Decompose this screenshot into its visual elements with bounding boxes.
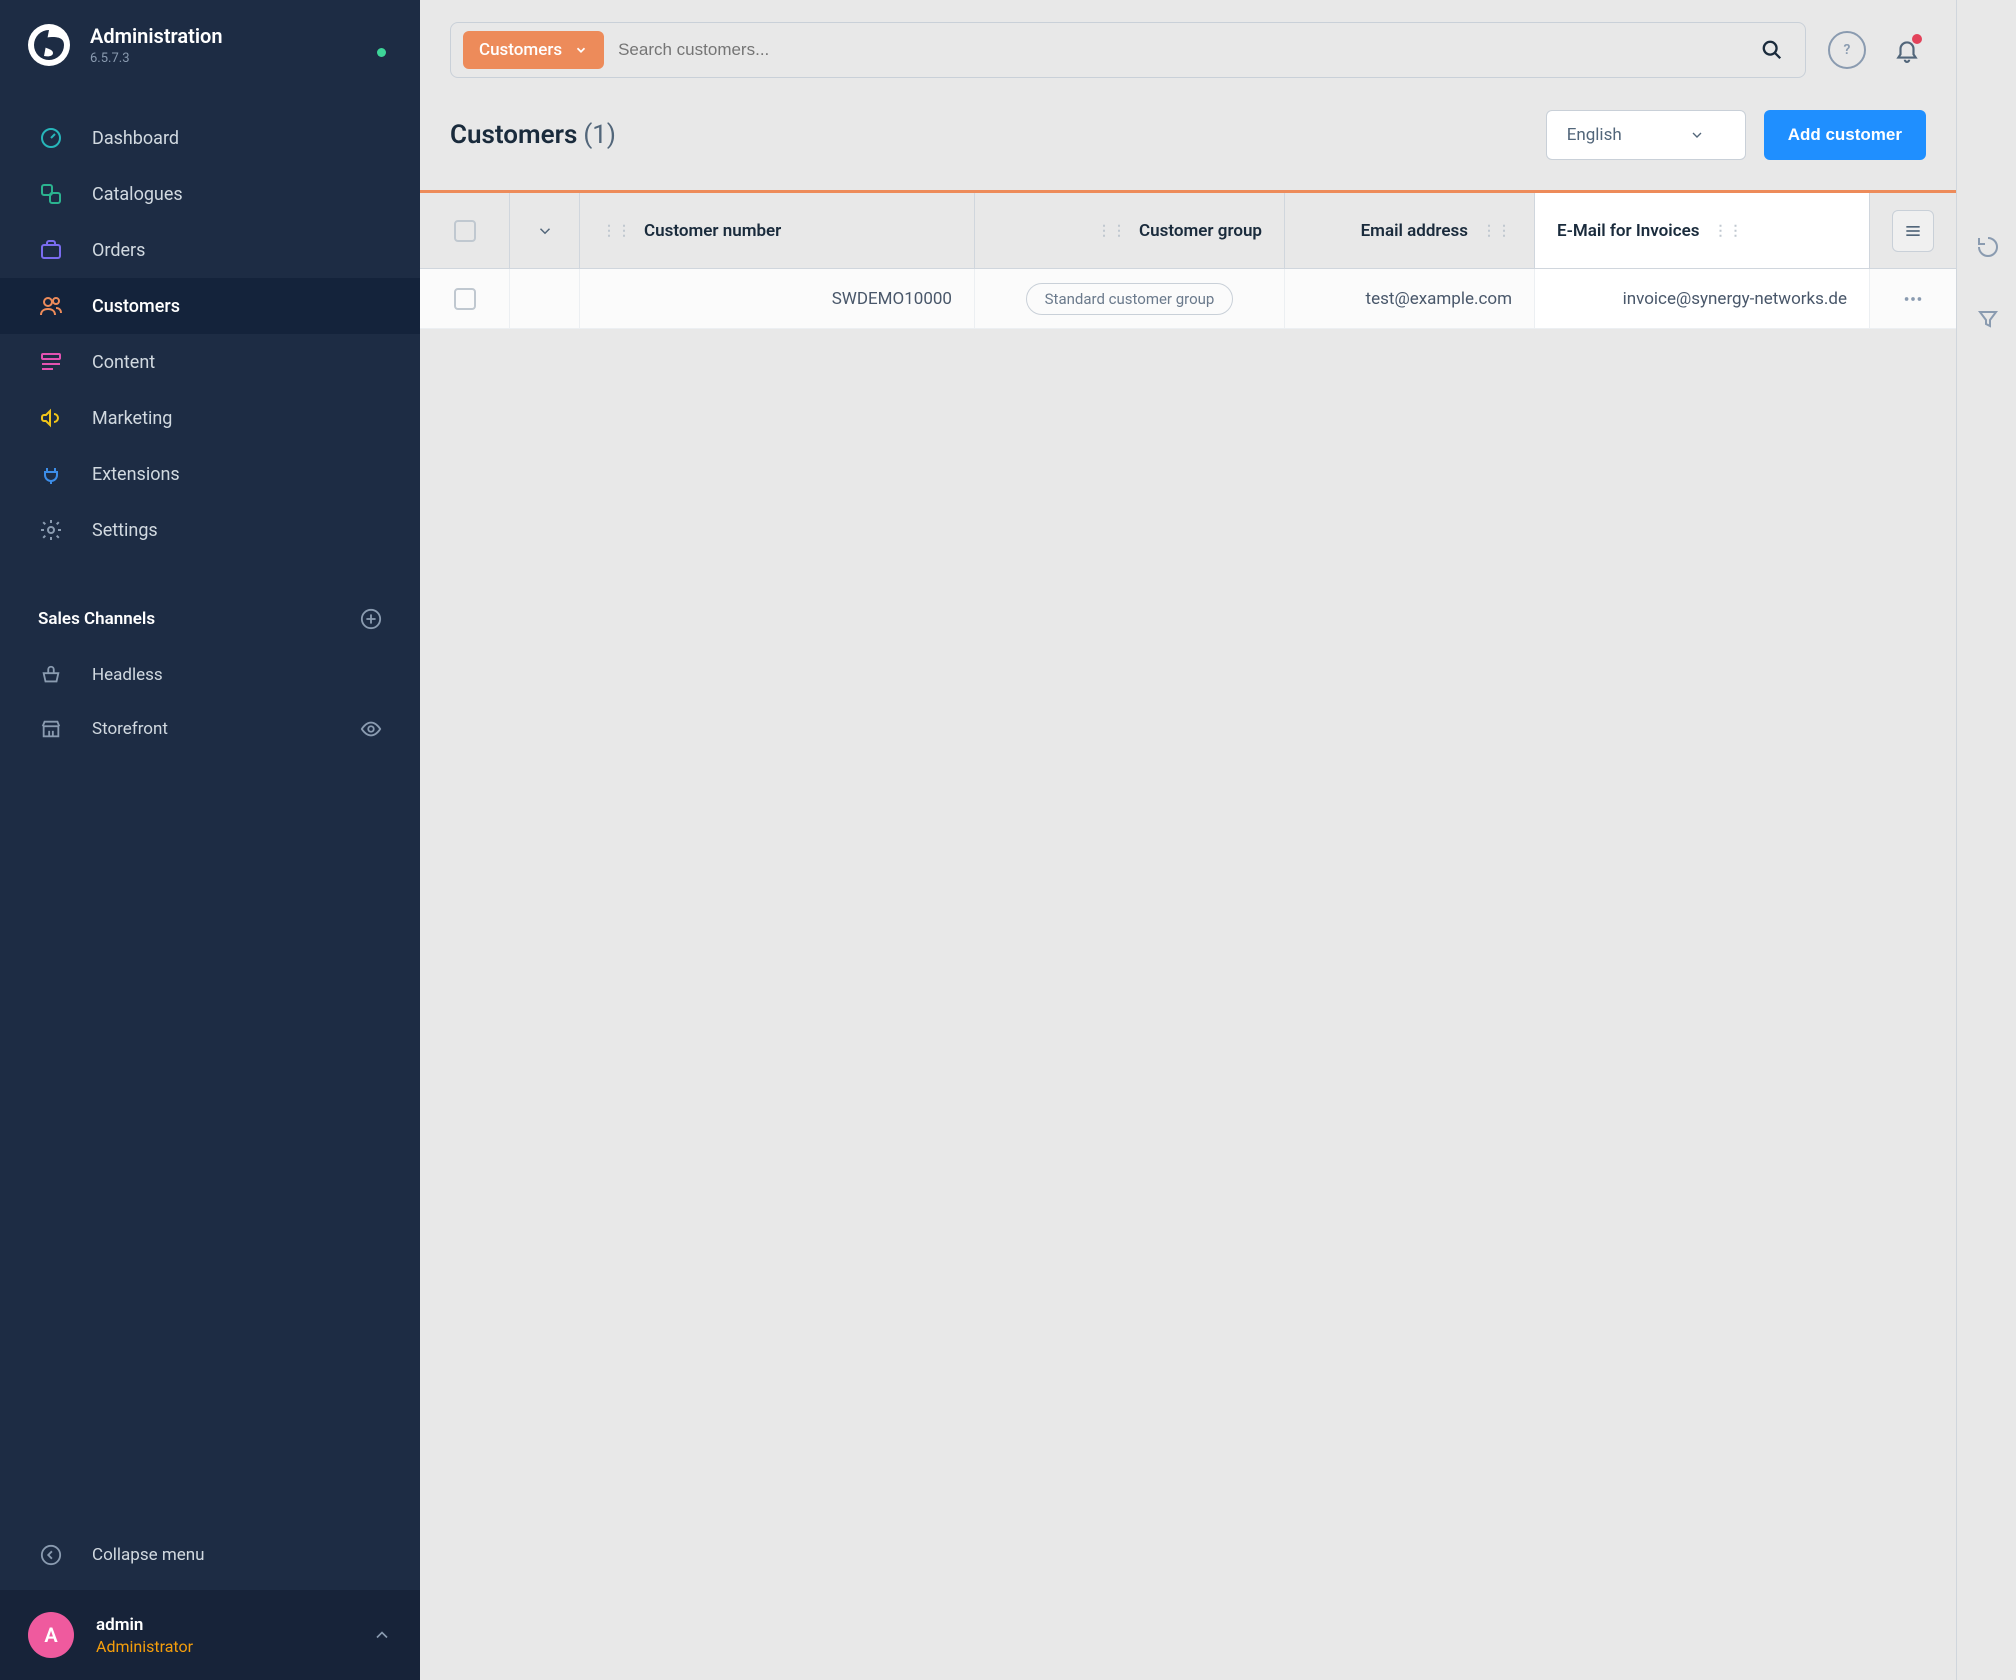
header-customer-group[interactable]: ⋮⋮ Customer group (975, 193, 1285, 268)
drag-handle-icon[interactable]: ⋮⋮ (602, 223, 632, 239)
sidebar: Administration 6.5.7.3 Dashboard Catalog… (0, 0, 420, 1680)
search-input[interactable] (604, 32, 1751, 68)
app-logo-icon (28, 24, 70, 66)
gauge-icon (38, 125, 64, 151)
search-scope-label: Customers (479, 40, 562, 60)
channel-label: Storefront (92, 719, 168, 739)
nav-settings[interactable]: Settings (0, 502, 420, 558)
header-settings (1870, 193, 1956, 268)
cell-customer-number: SWDEMO10000 (580, 269, 975, 328)
language-select[interactable]: English (1546, 110, 1746, 160)
page-title: Customers (450, 120, 577, 150)
nav-label: Dashboard (92, 128, 179, 149)
drag-handle-icon[interactable]: ⋮⋮ (1713, 223, 1743, 239)
search-icon[interactable] (1751, 39, 1793, 61)
nav-label: Customers (92, 296, 180, 317)
nav-label: Settings (92, 520, 158, 541)
briefcase-icon (38, 237, 64, 263)
header-invoice-email[interactable]: E-Mail for Invoices ⋮⋮ (1535, 193, 1870, 268)
header-label: Customer group (1139, 221, 1262, 241)
page-header: Customers (1) English Add customer (420, 100, 1956, 190)
chevron-down-icon (574, 43, 588, 57)
users-icon (38, 293, 64, 319)
storefront-icon (38, 716, 64, 742)
cell-email: test@example.com (1285, 269, 1535, 328)
add-customer-button[interactable]: Add customer (1764, 110, 1926, 160)
header-label: E-Mail for Invoices (1557, 221, 1699, 241)
header-checkbox[interactable] (420, 193, 510, 268)
nav-catalogues[interactable]: Catalogues (0, 166, 420, 222)
collapse-menu[interactable]: Collapse menu (0, 1520, 420, 1590)
chevron-down-icon (1689, 127, 1705, 143)
user-name: admin (96, 1615, 193, 1635)
header-label: Email address (1361, 221, 1468, 241)
search-bar: Customers (450, 22, 1806, 78)
language-value: English (1567, 125, 1622, 145)
app-version: 6.5.7.3 (90, 51, 223, 66)
channel-label: Headless (92, 665, 163, 685)
avatar: A (28, 1612, 74, 1658)
row-expand[interactable] (510, 269, 580, 328)
nav-content[interactable]: Content (0, 334, 420, 390)
header-email[interactable]: Email address ⋮⋮ (1285, 193, 1535, 268)
gear-icon (38, 517, 64, 543)
collapse-icon (38, 1542, 64, 1568)
main: Customers ? Customers (1) E (420, 0, 2016, 1680)
column-settings-button[interactable] (1892, 210, 1934, 252)
content-icon (38, 349, 64, 375)
plug-icon (38, 461, 64, 487)
header-customer-number[interactable]: ⋮⋮ Customer number (580, 193, 975, 268)
drag-handle-icon[interactable]: ⋮⋮ (1097, 223, 1127, 239)
nav-label: Marketing (92, 408, 172, 429)
nav-label: Orders (92, 240, 145, 261)
notification-badge (1912, 34, 1922, 44)
notifications-button[interactable] (1888, 31, 1926, 69)
sidebar-header: Administration 6.5.7.3 (0, 0, 420, 90)
group-chip: Standard customer group (1026, 283, 1234, 315)
help-button[interactable]: ? (1828, 31, 1866, 69)
right-rail (1956, 0, 2016, 1680)
header-label: Customer number (644, 221, 781, 241)
row-actions (1870, 269, 1956, 328)
table-row[interactable]: SWDEMO10000 Standard customer group test… (420, 269, 1956, 329)
app-title: Administration (90, 24, 223, 48)
row-checkbox[interactable] (420, 269, 510, 328)
main-nav: Dashboard Catalogues Orders Customers Co… (0, 90, 420, 578)
nav-label: Catalogues (92, 184, 183, 205)
customers-table: ⋮⋮ Customer number ⋮⋮ Customer group Ema… (420, 190, 1956, 329)
nav-dashboard[interactable]: Dashboard (0, 110, 420, 166)
add-channel-icon[interactable] (360, 608, 382, 630)
topbar: Customers ? (420, 0, 1956, 100)
table-header-row: ⋮⋮ Customer number ⋮⋮ Customer group Ema… (420, 193, 1956, 269)
nav-extensions[interactable]: Extensions (0, 446, 420, 502)
refresh-button[interactable] (1976, 235, 2000, 259)
nav-marketing[interactable]: Marketing (0, 390, 420, 446)
user-menu[interactable]: A admin Administrator (0, 1590, 420, 1680)
collapse-label: Collapse menu (92, 1545, 205, 1565)
more-icon[interactable] (1902, 288, 1924, 310)
catalogues-icon (38, 181, 64, 207)
cell-invoice-email: invoice@synergy-networks.de (1535, 269, 1870, 328)
header-collapse[interactable] (510, 193, 580, 268)
nav-orders[interactable]: Orders (0, 222, 420, 278)
drag-handle-icon[interactable]: ⋮⋮ (1482, 223, 1512, 239)
search-scope[interactable]: Customers (463, 31, 604, 69)
cell-customer-group: Standard customer group (975, 269, 1285, 328)
channel-headless[interactable]: Headless (0, 648, 420, 702)
eye-icon[interactable] (360, 718, 382, 740)
nav-label: Content (92, 352, 155, 373)
user-role: Administrator (96, 1637, 193, 1656)
section-label: Sales Channels (38, 609, 155, 629)
page-count: (1) (583, 120, 616, 150)
megaphone-icon (38, 405, 64, 431)
filter-button[interactable] (1976, 307, 2000, 331)
nav-label: Extensions (92, 464, 180, 485)
basket-icon (38, 662, 64, 688)
nav-customers[interactable]: Customers (0, 278, 420, 334)
channel-storefront[interactable]: Storefront (0, 702, 420, 756)
sales-channels-header: Sales Channels (0, 578, 420, 648)
chevron-up-icon (372, 1625, 392, 1645)
status-indicator (377, 48, 386, 57)
